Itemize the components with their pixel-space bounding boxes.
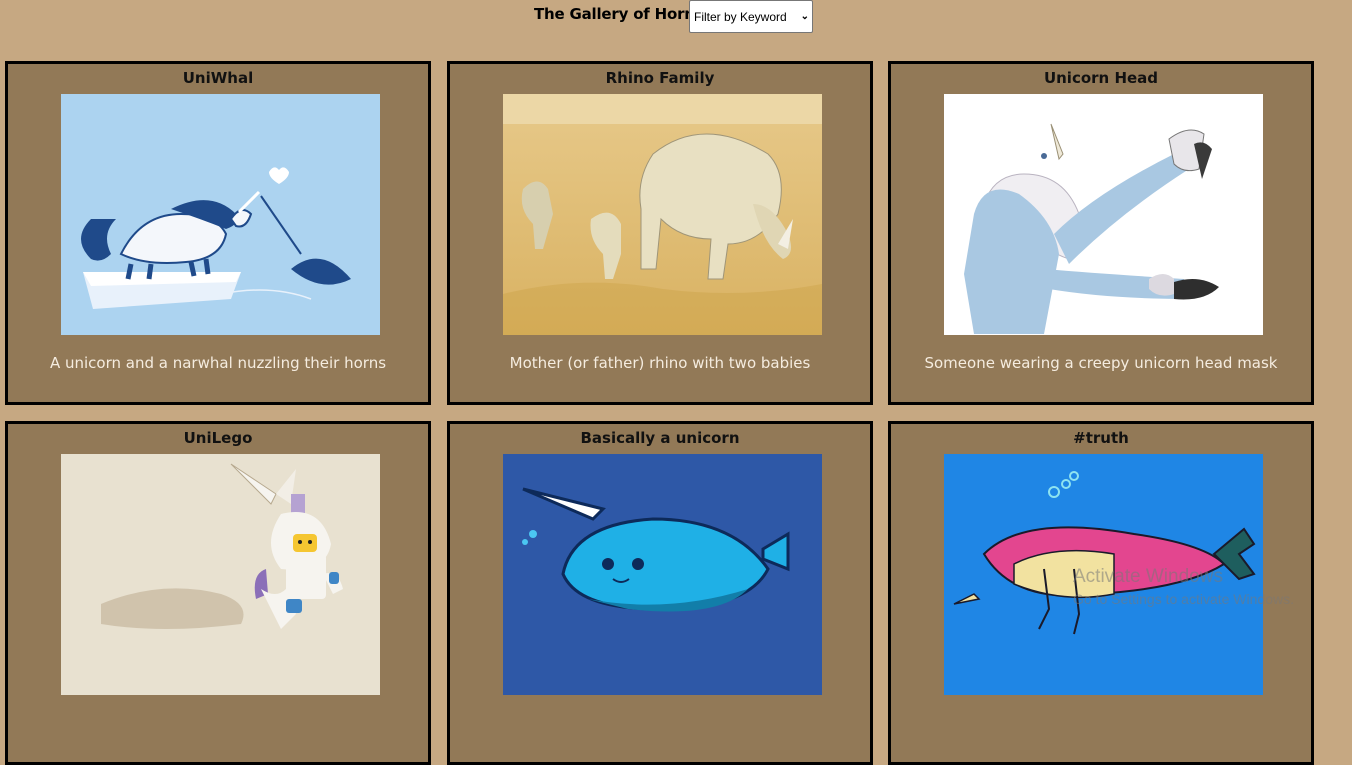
card-image <box>61 94 380 335</box>
card-image <box>503 454 822 695</box>
card-title: UniWhal <box>182 69 254 87</box>
gallery-card: Rhino Family Mother (or father) rhino wi… <box>447 61 873 405</box>
page-title: The Gallery of Horns <box>534 5 704 23</box>
card-image <box>61 454 380 695</box>
card-description: Someone wearing a creepy unicorn head ma… <box>924 354 1278 372</box>
chevron-down-icon: ⌄ <box>800 11 809 22</box>
card-title: Basically a unicorn <box>580 429 740 447</box>
card-title: #truth <box>1073 429 1129 447</box>
keyword-filter-select[interactable]: Filter by Keyword ⌄ <box>689 0 813 33</box>
gallery-card: Unicorn Head Someone wearing a creepy un… <box>888 61 1314 405</box>
scrollbar[interactable] <box>1335 0 1352 620</box>
gallery-card: UniWhal A unicorn and a narwhal nuzzling… <box>5 61 431 405</box>
activation-watermark-title: Activate Windows <box>1073 566 1223 587</box>
gallery-card: Basically a unicorn <box>447 421 873 765</box>
header: The Gallery of Horns Filter by Keyword ⌄ <box>0 0 1352 36</box>
card-image <box>944 94 1263 335</box>
card-description: A unicorn and a narwhal nuzzling their h… <box>49 354 387 372</box>
gallery-card: UniLego <box>5 421 431 765</box>
card-image <box>503 94 822 335</box>
card-title: Rhino Family <box>605 69 715 87</box>
filter-selected-value: Filter by Keyword <box>694 9 787 24</box>
card-description: Mother (or father) rhino with two babies <box>509 354 811 372</box>
card-title: Unicorn Head <box>1043 69 1159 87</box>
scrollbar-thumb[interactable] <box>1337 2 1344 142</box>
card-title: UniLego <box>183 429 253 447</box>
activation-watermark-subtitle: Go to Settings to activate Windows. <box>1073 591 1294 607</box>
